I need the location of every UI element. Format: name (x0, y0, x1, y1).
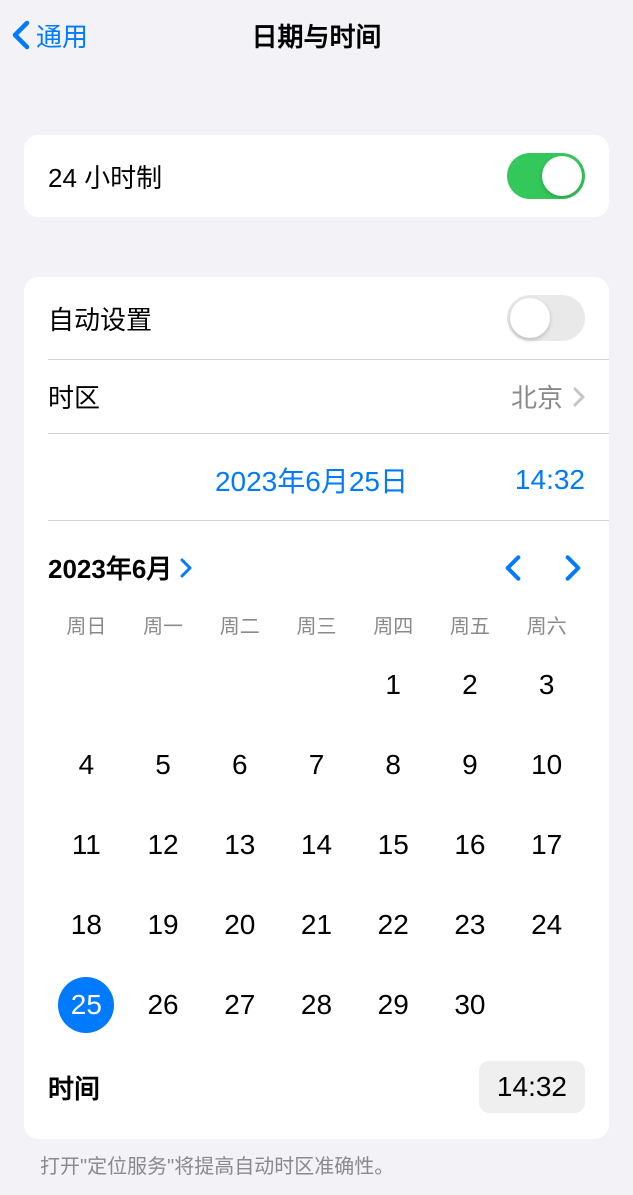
day-cell[interactable]: 16 (432, 805, 509, 885)
next-month-button[interactable] (565, 554, 581, 582)
day-cell[interactable]: 18 (48, 885, 125, 965)
day-cell[interactable]: 22 (355, 885, 432, 965)
time-display[interactable]: 14:32 (515, 464, 585, 496)
weekday-label: 周日 (48, 610, 125, 639)
time-row: 时间 14:32 (48, 1045, 585, 1127)
day-cell[interactable]: 10 (508, 725, 585, 805)
page-title: 日期与时间 (251, 17, 381, 54)
month-header: 2023年6月 (48, 521, 585, 604)
chevron-left-icon (12, 20, 30, 50)
chevron-left-icon (505, 554, 521, 582)
label-auto: 自动设置 (48, 300, 152, 337)
day-cell[interactable]: 24 (508, 885, 585, 965)
toggle-auto[interactable] (507, 295, 585, 341)
day-cell[interactable]: 19 (125, 885, 202, 965)
chevron-right-icon (573, 387, 585, 407)
day-empty (278, 645, 355, 725)
header-bar: 通用 日期与时间 (0, 0, 633, 70)
row-auto: 自动设置 (24, 277, 609, 359)
day-cell[interactable]: 21 (278, 885, 355, 965)
day-cell[interactable]: 30 (432, 965, 509, 1045)
weekday-label: 周五 (432, 610, 509, 639)
day-cell[interactable]: 11 (48, 805, 125, 885)
day-cell[interactable]: 27 (201, 965, 278, 1045)
day-cell[interactable]: 28 (278, 965, 355, 1045)
day-empty (48, 645, 125, 725)
value-timezone: 北京 (511, 378, 585, 415)
day-empty (125, 645, 202, 725)
label-24hour: 24 小时制 (48, 158, 162, 195)
day-cell[interactable]: 2 (432, 645, 509, 725)
weekday-label: 周三 (278, 610, 355, 639)
chevron-right-icon (180, 558, 192, 578)
month-label-text: 2023年6月 (48, 549, 172, 586)
weekday-label: 周六 (508, 610, 585, 639)
weekday-label: 周一 (125, 610, 202, 639)
calendar: 2023年6月 周日周一周二周三周四周五周六 12345678 (24, 521, 609, 1139)
day-cell[interactable]: 9 (432, 725, 509, 805)
back-label: 通用 (36, 17, 88, 54)
day-cell[interactable]: 4 (48, 725, 125, 805)
time-picker[interactable]: 14:32 (479, 1061, 585, 1113)
timezone-text: 北京 (511, 378, 563, 415)
date-display[interactable]: 2023年6月25日 (48, 460, 515, 500)
chevron-right-icon (565, 554, 581, 582)
weekday-label: 周二 (201, 610, 278, 639)
day-cell[interactable]: 12 (125, 805, 202, 885)
days-grid: 1234567891011121314151617181920212223242… (48, 645, 585, 1045)
month-nav (505, 554, 585, 582)
back-button[interactable]: 通用 (0, 17, 88, 54)
toggle-knob (542, 156, 582, 196)
day-cell[interactable]: 23 (432, 885, 509, 965)
row-timezone[interactable]: 时区 北京 (24, 360, 609, 433)
weekdays-row: 周日周一周二周三周四周五周六 (48, 604, 585, 645)
row-24hour: 24 小时制 (24, 135, 609, 217)
day-cell[interactable]: 7 (278, 725, 355, 805)
weekday-label: 周四 (355, 610, 432, 639)
row-datetime-display: 2023年6月25日 14:32 (24, 434, 609, 520)
day-cell[interactable]: 17 (508, 805, 585, 885)
toggle-knob (510, 298, 550, 338)
day-cell[interactable]: 25 (48, 965, 125, 1045)
prev-month-button[interactable] (505, 554, 521, 582)
label-timezone: 时区 (48, 378, 100, 415)
day-cell[interactable]: 6 (201, 725, 278, 805)
footer-note: 打开"定位服务"将提高自动时区准确性。 (0, 1139, 633, 1195)
day-cell[interactable]: 14 (278, 805, 355, 885)
day-cell[interactable]: 20 (201, 885, 278, 965)
time-label: 时间 (48, 1069, 100, 1106)
day-cell[interactable]: 15 (355, 805, 432, 885)
section-settings: 自动设置 时区 北京 2023年6月25日 14:32 2023年6月 (24, 277, 609, 1139)
day-cell[interactable]: 3 (508, 645, 585, 725)
day-cell[interactable]: 1 (355, 645, 432, 725)
day-empty (201, 645, 278, 725)
day-cell[interactable]: 8 (355, 725, 432, 805)
day-cell[interactable]: 29 (355, 965, 432, 1045)
toggle-24hour[interactable] (507, 153, 585, 199)
day-cell[interactable]: 26 (125, 965, 202, 1045)
day-cell[interactable]: 13 (201, 805, 278, 885)
section-24hour: 24 小时制 (24, 135, 609, 217)
month-selector[interactable]: 2023年6月 (48, 549, 192, 586)
day-cell[interactable]: 5 (125, 725, 202, 805)
